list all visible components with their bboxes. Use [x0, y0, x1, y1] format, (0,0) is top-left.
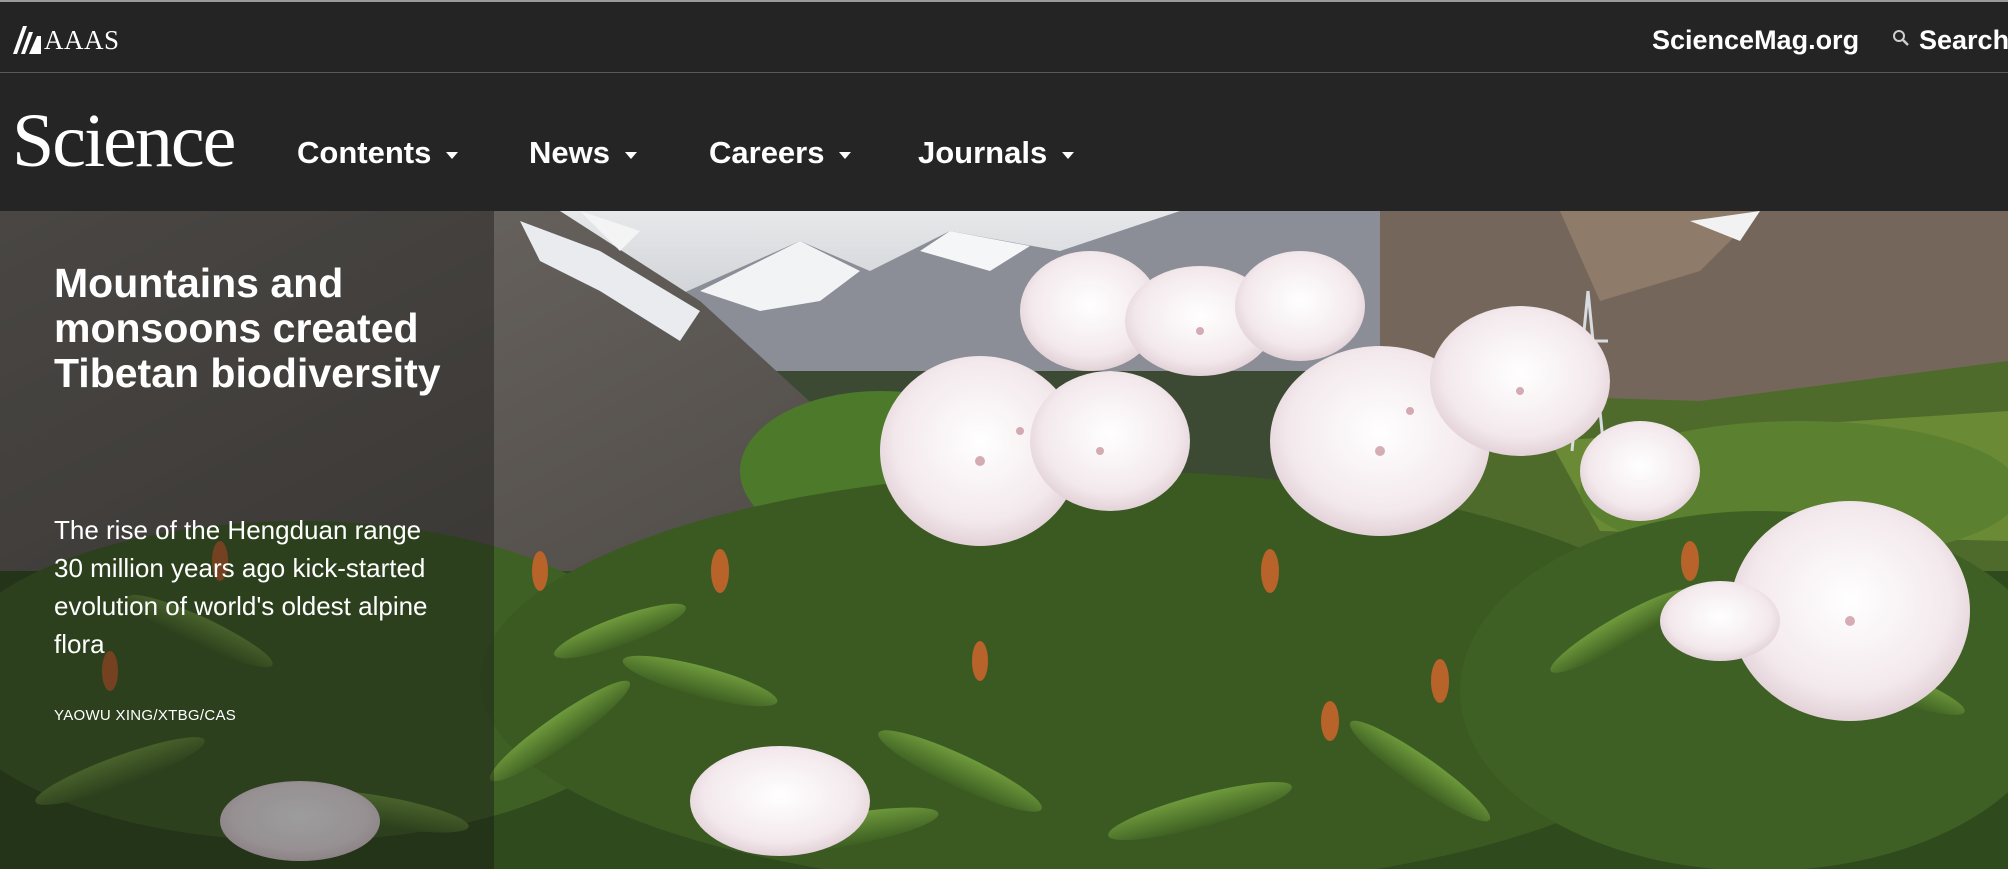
- nav-item-careers[interactable]: Careers: [709, 133, 852, 173]
- nav-item-label: Careers: [709, 135, 825, 170]
- chevron-down-icon: [446, 151, 459, 159]
- hero-summary: The rise of the Hengduan range 30 millio…: [54, 515, 428, 659]
- nav-item-journals[interactable]: Journals: [918, 133, 1075, 173]
- hero-feature[interactable]: Mountains and monsoons created Tibetan b…: [0, 211, 2008, 869]
- main-nav: Science Contents News Careers Journals: [0, 73, 2008, 211]
- search-button[interactable]: Search: [1892, 22, 2008, 58]
- nav-item-label: Contents: [297, 135, 432, 170]
- chevron-down-icon: [839, 151, 852, 159]
- nav-item-label: Journals: [918, 135, 1048, 170]
- science-logo[interactable]: Science: [12, 103, 236, 179]
- image-credit: YAOWU XING/XTBG/CAS: [54, 707, 237, 724]
- nav-item-contents[interactable]: Contents: [297, 133, 459, 173]
- chevron-down-icon: [624, 151, 637, 159]
- hero-headline[interactable]: Mountains and monsoons created Tibetan b…: [54, 261, 454, 396]
- nav-item-label: News: [529, 135, 610, 170]
- aaas-logo-text: AAAS: [44, 24, 120, 55]
- search-icon: [1893, 30, 1909, 46]
- sciencemag-link[interactable]: ScienceMag.org: [1652, 22, 1859, 58]
- aaas-logo-icon: [13, 26, 41, 54]
- search-label: Search: [1919, 24, 2008, 55]
- aaas-logo[interactable]: AAAS: [13, 24, 120, 56]
- chevron-down-icon: [1062, 151, 1075, 159]
- nav-item-news[interactable]: News: [529, 133, 638, 173]
- utility-bar: AAAS ScienceMag.org Search: [0, 0, 2008, 73]
